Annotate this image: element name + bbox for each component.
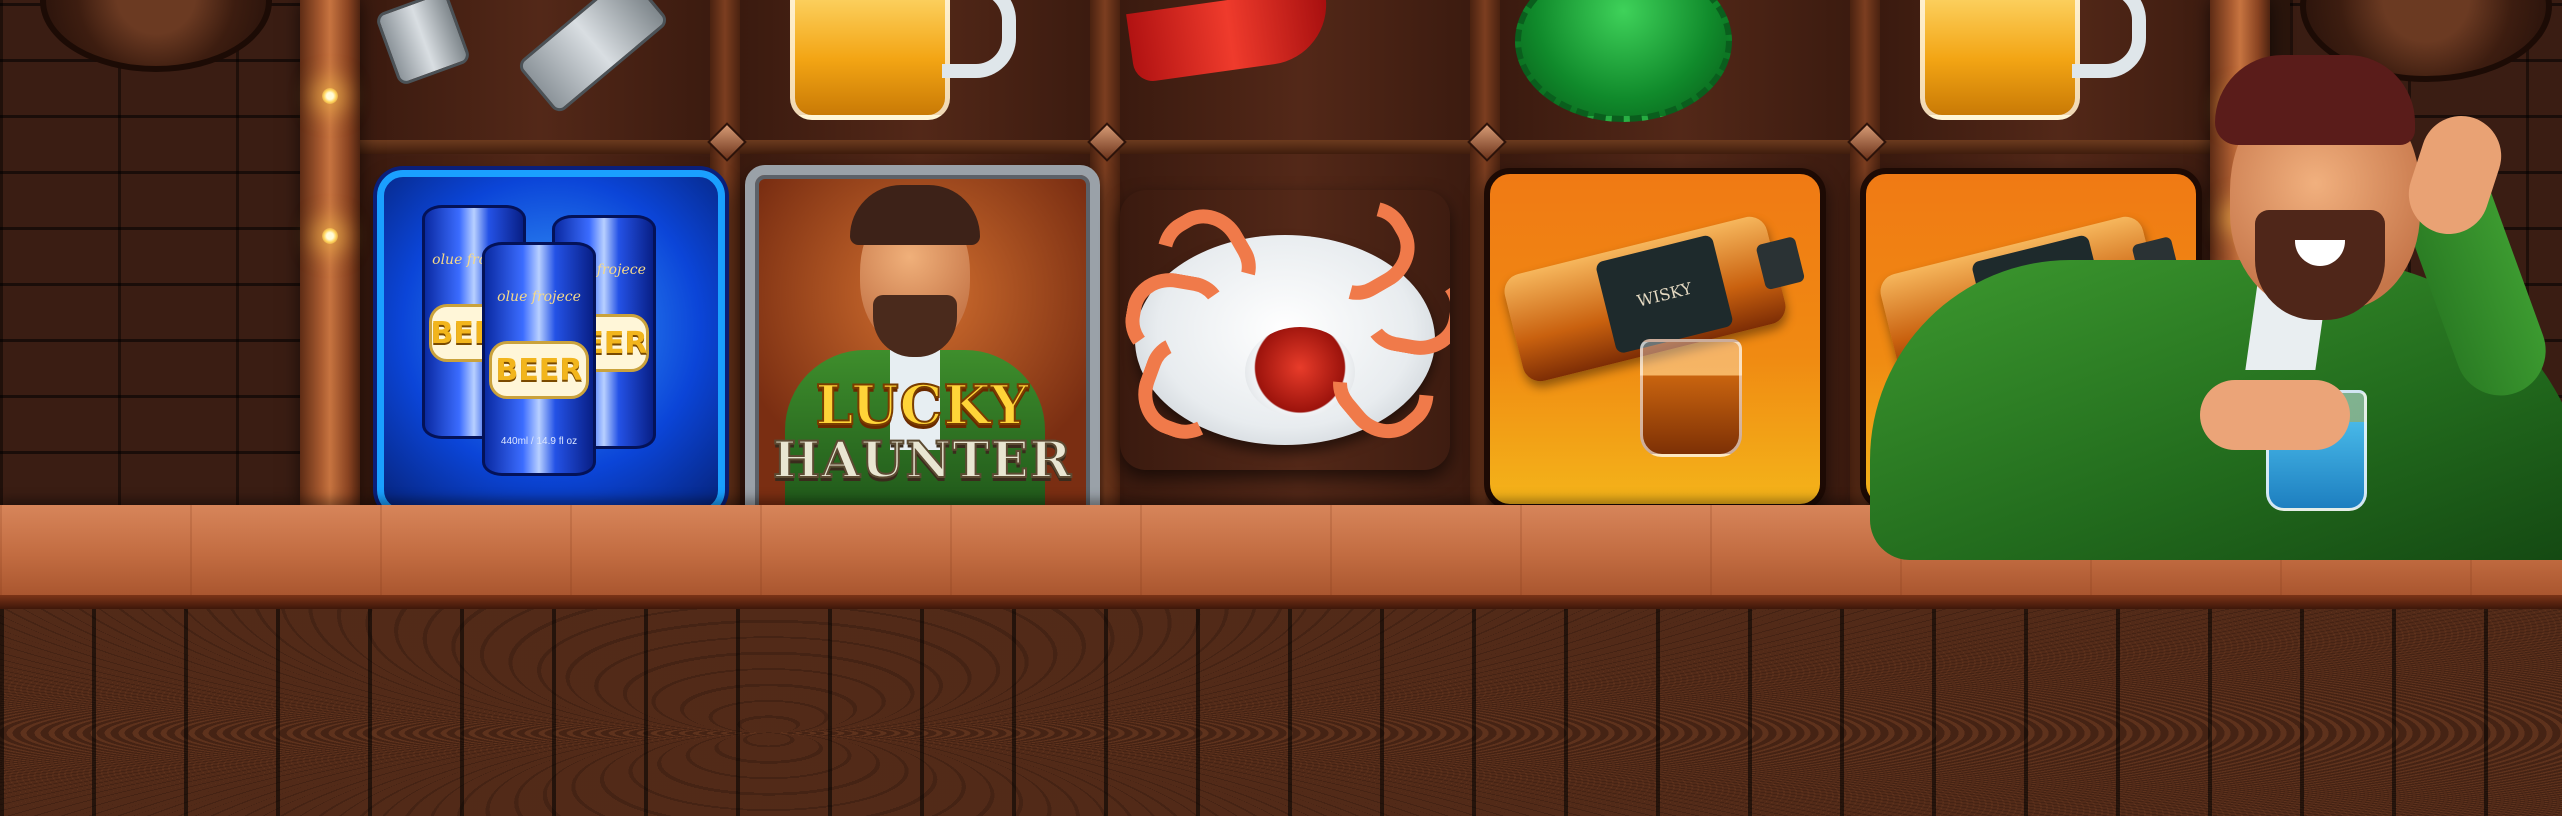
symbol-shrimp-plate [1120, 190, 1450, 470]
slot-game-scene: olue frojece BEER olue frojece BEER olue… [0, 0, 2562, 816]
bottle-neck [1755, 236, 1806, 291]
character-hair [850, 185, 980, 245]
can-label: BEER [489, 341, 589, 399]
patron-hair [2215, 55, 2415, 145]
patron-fingers [2200, 380, 2350, 450]
bottle-label: WISKY [1594, 234, 1734, 355]
wooden-post-left [300, 0, 360, 505]
logo-lucky: LUCKY [814, 372, 1030, 438]
logo-haunter: HAUNTER [772, 429, 1073, 490]
beer-mug-icon [790, 0, 950, 120]
whisky-glass [1640, 339, 1742, 457]
light-bulb [322, 228, 338, 244]
bar-counter-edge [0, 595, 2562, 609]
light-bulb [322, 88, 338, 104]
symbol-lucky-haunter-wild: LUCKY HAUNTER [745, 165, 1100, 525]
can-volume: 440ml / 14.9 fl oz [500, 436, 578, 447]
can-brand: olue frojece [497, 289, 581, 305]
bar-counter-front [0, 609, 2562, 816]
symbol-beer-cans: olue frojece BEER olue frojece BEER olue… [377, 170, 725, 516]
bar-patron-character [1870, 40, 2562, 560]
beer-can: olue frojece BEER 440ml / 14.9 fl oz [482, 242, 596, 476]
symbol-whisky: WISKY [1484, 168, 1826, 510]
brick-wall-left [0, 0, 300, 510]
character-beard [873, 295, 957, 357]
